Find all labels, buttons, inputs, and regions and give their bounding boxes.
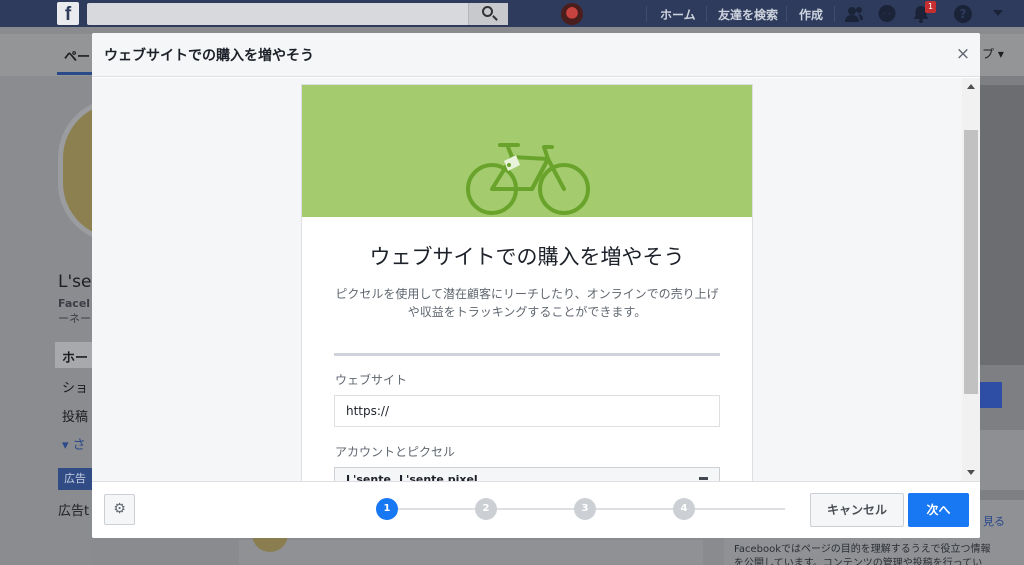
page-name: L'se (58, 272, 92, 292)
card-heading: ウェブサイトでの購入を増やそう (369, 245, 685, 269)
promote-button[interactable]: 広告 (58, 468, 92, 490)
help-icon[interactable]: ? (954, 5, 972, 23)
messenger-icon[interactable] (877, 4, 897, 24)
step-2-indicator: 2 (475, 498, 497, 520)
nav-home-link[interactable]: ホーム (660, 6, 696, 23)
composer-card (239, 540, 703, 565)
see-more-link[interactable]: 見る (983, 513, 1005, 529)
dialog-scrollbar[interactable] (962, 78, 980, 481)
nav-find-friends-link[interactable]: 友達を検索 (718, 6, 778, 23)
step-4-indicator: 4 (673, 498, 695, 520)
nav-create-link[interactable]: 作成 (799, 6, 823, 23)
nav-divider (786, 6, 787, 22)
cancel-button[interactable]: キャンセル (810, 493, 904, 527)
website-field-label: ウェブサイト (335, 373, 408, 387)
scroll-up-arrow-icon[interactable] (967, 84, 975, 89)
search-icon (482, 6, 493, 17)
step-1-indicator: 1 (376, 498, 398, 520)
account-menu-chevron-down-icon[interactable] (993, 10, 1003, 16)
bicycle-icon (466, 143, 590, 215)
scroll-down-arrow-icon[interactable] (967, 470, 975, 475)
account-pixel-select[interactable]: L'sente, L'sente pixel (334, 467, 720, 481)
search-input[interactable] (87, 3, 508, 25)
profile-avatar[interactable] (561, 3, 583, 25)
increase-purchases-dialog: ウェブサイトでの購入を増やそう × ウェブサイトでの購入を増やそう ピクセルを使… (92, 33, 980, 538)
sidebar-item-home[interactable]: ホー (62, 347, 88, 366)
close-icon[interactable]: × (954, 43, 972, 65)
step-3-indicator: 3 (574, 498, 596, 520)
nav-divider (706, 6, 707, 22)
section-divider (334, 353, 720, 356)
account-pixel-label: アカウントとピクセル (335, 445, 456, 459)
page-category: Facel (58, 297, 91, 310)
dialog-body: ウェブサイトでの購入を増やそう ピクセルを使用して潜在顧客にリーチしたり、オンラ… (92, 78, 980, 481)
website-url-input[interactable] (334, 395, 720, 427)
page-tab[interactable]: ペー (64, 46, 90, 65)
right-action-button[interactable] (980, 382, 1002, 408)
card-description: ピクセルを使用して潜在顧客にリーチしたり、オンラインでの売り上げや収益をトラッキ… (335, 287, 719, 319)
about-text-line: を公開しています。コンテンツの管理や投稿を行ってい (734, 558, 983, 565)
dialog-title: ウェブサイトでの購入を増やそう (104, 48, 314, 64)
nav-divider (834, 6, 835, 22)
next-button[interactable]: 次へ (908, 493, 969, 527)
dialog-footer: ⚙ 1 2 3 4 キャンセル 次へ (92, 481, 980, 538)
page-tab-right[interactable]: プ ▾ (982, 45, 1004, 62)
search-button[interactable] (468, 3, 508, 25)
friend-requests-icon[interactable] (844, 4, 864, 24)
sidebar-item-more[interactable]: ▾ さ (62, 434, 86, 453)
promote-text: 広告t (58, 504, 90, 519)
page-username: ーネー (58, 312, 91, 325)
sidebar-item-posts[interactable]: 投稿 (62, 406, 88, 425)
right-info-card (980, 430, 1024, 490)
scrollbar-thumb[interactable] (964, 130, 978, 394)
dropdown-icon (699, 477, 708, 480)
hero-banner (302, 85, 752, 217)
facebook-logo-icon[interactable]: f (57, 2, 79, 25)
settings-gear-icon[interactable]: ⚙ (104, 494, 135, 525)
account-pixel-value: L'sente, L'sente pixel (346, 473, 478, 481)
notification-count-badge: 1 (925, 1, 936, 13)
dialog-header: ウェブサイトでの購入を増やそう × (92, 33, 980, 77)
setup-card: ウェブサイトでの購入を増やそう ピクセルを使用して潜在顧客にリーチしたり、オンラ… (301, 84, 753, 481)
about-text-line: Facebookではページの目的を理解するうえで役立つ情報 (734, 544, 991, 555)
active-tab-underline (57, 72, 93, 75)
nav-divider (646, 6, 647, 22)
top-navigation-bar: f ホーム 友達を検索 作成 1 ? (0, 0, 1024, 27)
sidebar-item-shop[interactable]: ショ (62, 377, 88, 396)
cover-image (980, 85, 1024, 365)
